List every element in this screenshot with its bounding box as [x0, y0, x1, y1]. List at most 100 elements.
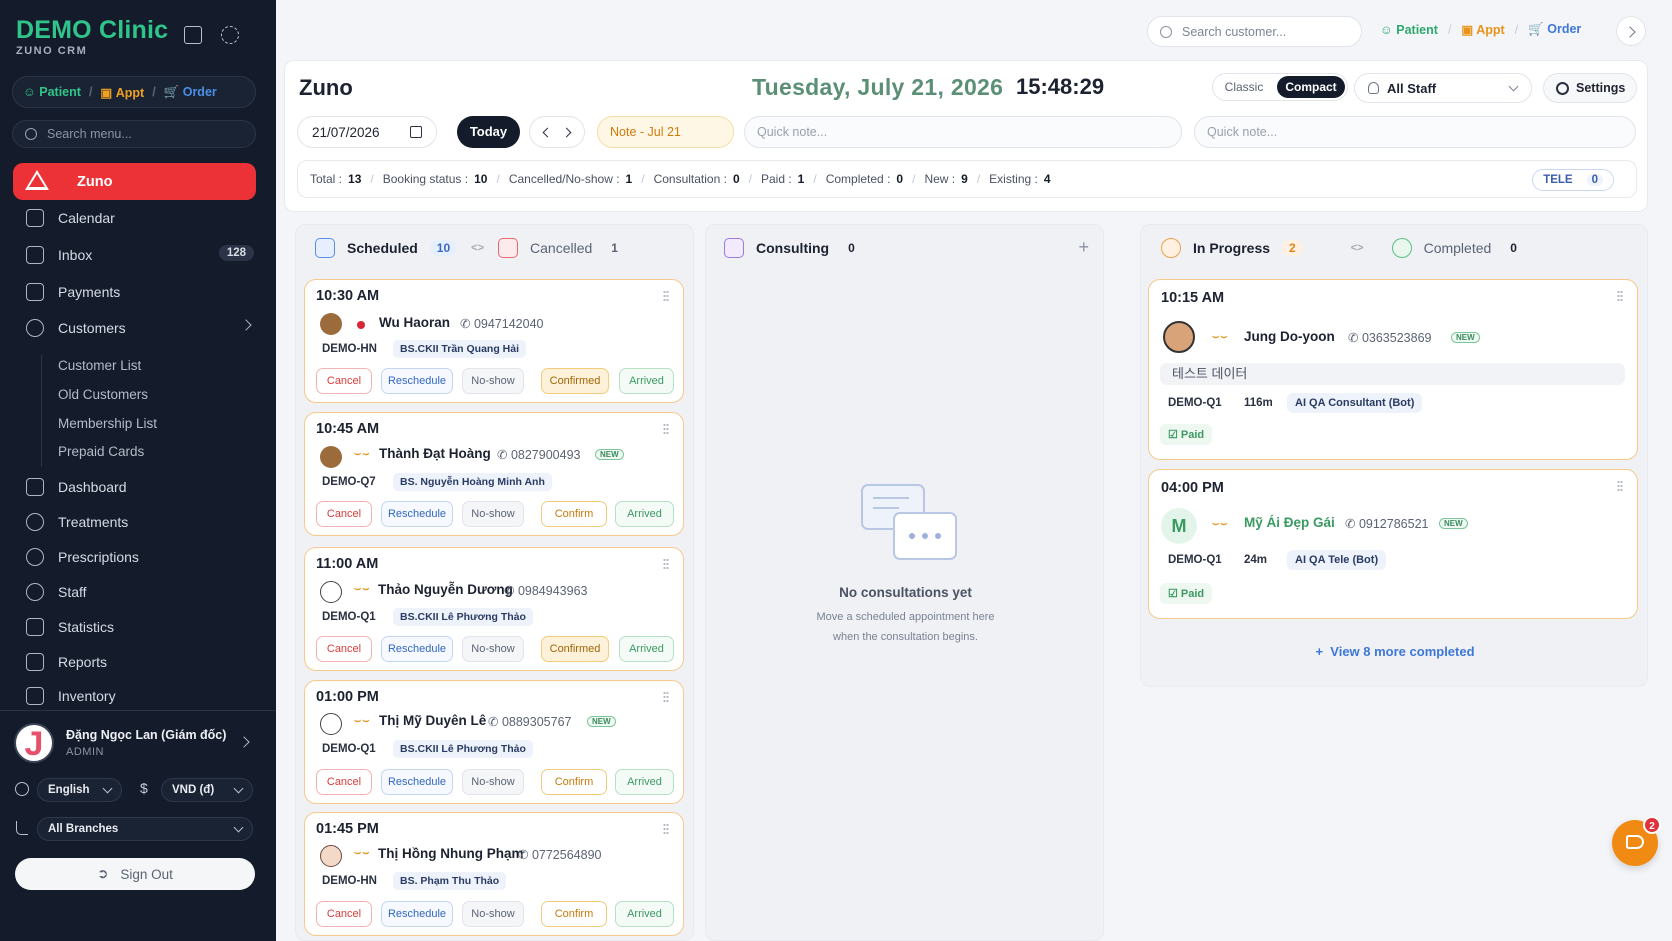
- quick-order-link[interactable]: 🛒 Order: [164, 85, 217, 100]
- drag-handle-icon[interactable]: [663, 423, 669, 435]
- sign-out-button[interactable]: ➲ Sign Out: [15, 858, 255, 890]
- user-avatar[interactable]: J: [14, 723, 54, 763]
- cancel-button[interactable]: Cancel: [316, 901, 372, 927]
- sidebar-item-treatments[interactable]: Treatments: [26, 510, 258, 534]
- in-progress-tab[interactable]: In Progress: [1193, 240, 1270, 256]
- chevron-right-icon[interactable]: [238, 736, 250, 748]
- gear-icon[interactable]: [221, 26, 239, 44]
- reschedule-button[interactable]: Reschedule: [381, 769, 453, 795]
- sign-out-icon: ➲: [97, 866, 109, 881]
- customer-search-input[interactable]: Search customer...: [1147, 16, 1362, 47]
- phone-number: ✆ 0363523869: [1348, 331, 1432, 345]
- arrived-button[interactable]: Arrived: [619, 636, 674, 662]
- cancelled-tab[interactable]: Cancelled: [530, 240, 592, 256]
- scheduled-tab[interactable]: Scheduled: [347, 240, 418, 256]
- confirmed-button[interactable]: Confirmed: [541, 368, 609, 394]
- in-progress-card[interactable]: 10:15 AM ⌣⌣ Jung Do-yoon ✆ 0363523869 NE…: [1148, 279, 1638, 460]
- top-patient-link[interactable]: ☺ Patient: [1380, 23, 1438, 37]
- add-consultation-button[interactable]: +: [1078, 237, 1089, 258]
- staff-filter-select[interactable]: All Staff: [1354, 73, 1532, 103]
- view-classic-button[interactable]: Classic: [1213, 80, 1275, 94]
- swap-icon[interactable]: <>: [1351, 242, 1364, 254]
- cancel-button[interactable]: Cancel: [316, 501, 372, 527]
- no-show-button[interactable]: No-show: [462, 901, 524, 927]
- currency-select[interactable]: VND (đ): [161, 778, 253, 802]
- sidebar-item-staff[interactable]: Staff: [26, 580, 258, 604]
- branch-select[interactable]: All Branches: [37, 817, 253, 841]
- no-show-button[interactable]: No-show: [462, 769, 524, 795]
- in-progress-card[interactable]: 04:00 PM M ⌣⌣ Mỹ Ái Đẹp Gái ✆ 0912786521…: [1148, 469, 1638, 619]
- confirm-button[interactable]: Confirm: [541, 901, 607, 927]
- appointment-card[interactable]: 10:30 AM Wu Haoran ✆ 0947142040 DEMO-HN …: [304, 279, 684, 403]
- today-button[interactable]: Today: [457, 116, 520, 148]
- sidebar-item-zuno[interactable]: Zuno: [13, 163, 256, 200]
- sidebar-item-statistics[interactable]: Statistics: [26, 615, 258, 639]
- announcement-button[interactable]: 2: [1612, 816, 1661, 866]
- sidebar-item-reports[interactable]: Reports: [26, 650, 258, 674]
- quick-note-input-1[interactable]: Quick note...: [744, 116, 1182, 148]
- appointment-card[interactable]: 01:45 PM ⌣⌣ Thị Hồng Nhung Phạm ✆ 077256…: [304, 812, 684, 936]
- appointment-card[interactable]: 10:45 AM ⌣⌣ Thành Đạt Hoàng ✆ 0827900493…: [304, 412, 684, 536]
- cancel-button[interactable]: Cancel: [316, 368, 372, 394]
- language-select[interactable]: English: [37, 778, 122, 802]
- reschedule-button[interactable]: Reschedule: [381, 636, 453, 662]
- quick-note-input-2[interactable]: Quick note...: [1194, 116, 1636, 148]
- arrived-button[interactable]: Arrived: [615, 769, 674, 795]
- sidebar-subitem-prepaid-cards[interactable]: Prepaid Cards: [58, 444, 144, 459]
- next-day-icon[interactable]: [561, 127, 572, 138]
- no-show-button[interactable]: No-show: [462, 368, 524, 394]
- arrived-button[interactable]: Arrived: [615, 501, 674, 527]
- quick-appt-link[interactable]: ▣ Appt: [100, 85, 144, 100]
- view-more-completed-link[interactable]: + View 8 more completed: [1141, 644, 1649, 659]
- sidebar-item-dashboard[interactable]: Dashboard: [26, 475, 258, 499]
- user-name[interactable]: Đặng Ngọc Lan (Giám đốc): [66, 728, 226, 742]
- reschedule-button[interactable]: Reschedule: [381, 501, 453, 527]
- cancel-button[interactable]: Cancel: [316, 636, 372, 662]
- swap-icon[interactable]: <>: [471, 242, 484, 254]
- confirm-button[interactable]: Confirm: [541, 769, 607, 795]
- drag-handle-icon[interactable]: [663, 823, 669, 835]
- drag-handle-icon[interactable]: [663, 691, 669, 703]
- arrived-button[interactable]: Arrived: [619, 368, 674, 394]
- reschedule-button[interactable]: Reschedule: [381, 368, 453, 394]
- megaphone-icon: [1626, 835, 1644, 849]
- sidebar-item-calendar[interactable]: Calendar: [26, 206, 258, 230]
- no-show-button[interactable]: No-show: [462, 636, 524, 662]
- sidebar-item-customers[interactable]: Customers: [26, 316, 258, 340]
- view-compact-button[interactable]: Compact: [1277, 76, 1345, 98]
- quick-patient-link[interactable]: ☺ Patient: [23, 85, 81, 99]
- drag-handle-icon[interactable]: [663, 290, 669, 302]
- menu-search-input[interactable]: Search menu...: [12, 120, 256, 148]
- appointment-card[interactable]: 01:00 PM ⌣⌣ Thị Mỹ Duyên Lê ✆ 0889305767…: [304, 680, 684, 804]
- no-show-button[interactable]: No-show: [462, 501, 524, 527]
- sidebar-subitem-old-customers[interactable]: Old Customers: [58, 387, 148, 402]
- reschedule-button[interactable]: Reschedule: [381, 901, 453, 927]
- drag-handle-icon[interactable]: [1617, 480, 1623, 492]
- sidebar-item-payments[interactable]: Payments: [26, 280, 258, 304]
- expand-panel-button[interactable]: [1616, 16, 1646, 46]
- top-order-link[interactable]: 🛒 Order: [1528, 22, 1581, 37]
- settings-button[interactable]: Settings: [1543, 73, 1637, 103]
- cancel-button[interactable]: Cancel: [316, 769, 372, 795]
- pills-icon: [26, 548, 44, 566]
- confirmed-button[interactable]: Confirmed: [541, 636, 609, 662]
- sidebar-item-inbox[interactable]: Inbox 128: [26, 243, 258, 267]
- appointment-card[interactable]: 11:00 AM ⌣⌣ Thảo Nguyễn Dương ✆ 09849439…: [304, 547, 684, 671]
- arrived-button[interactable]: Arrived: [615, 901, 674, 927]
- layout-toggle-icon[interactable]: [184, 26, 202, 44]
- top-appt-link[interactable]: ▣ Appt: [1461, 22, 1504, 37]
- confirm-button[interactable]: Confirm: [541, 501, 607, 527]
- sidebar-item-inventory[interactable]: Inventory: [26, 684, 258, 708]
- stat-cancelled: Cancelled/No-show :1: [508, 172, 633, 186]
- day-note-button[interactable]: Note - Jul 21: [597, 116, 734, 148]
- drag-handle-icon[interactable]: [663, 558, 669, 570]
- sidebar-subitem-membership-list[interactable]: Membership List: [58, 416, 157, 431]
- drag-handle-icon[interactable]: [1617, 290, 1623, 302]
- check-circle-icon: [1391, 238, 1412, 258]
- date-picker-input[interactable]: 21/07/2026: [297, 116, 437, 148]
- tele-badge[interactable]: TELE 0: [1532, 169, 1614, 191]
- completed-tab[interactable]: Completed: [1424, 240, 1492, 256]
- sidebar-subitem-customer-list[interactable]: Customer List: [58, 358, 141, 373]
- prev-day-icon[interactable]: [542, 127, 553, 138]
- sidebar-item-prescriptions[interactable]: Prescriptions: [26, 545, 258, 569]
